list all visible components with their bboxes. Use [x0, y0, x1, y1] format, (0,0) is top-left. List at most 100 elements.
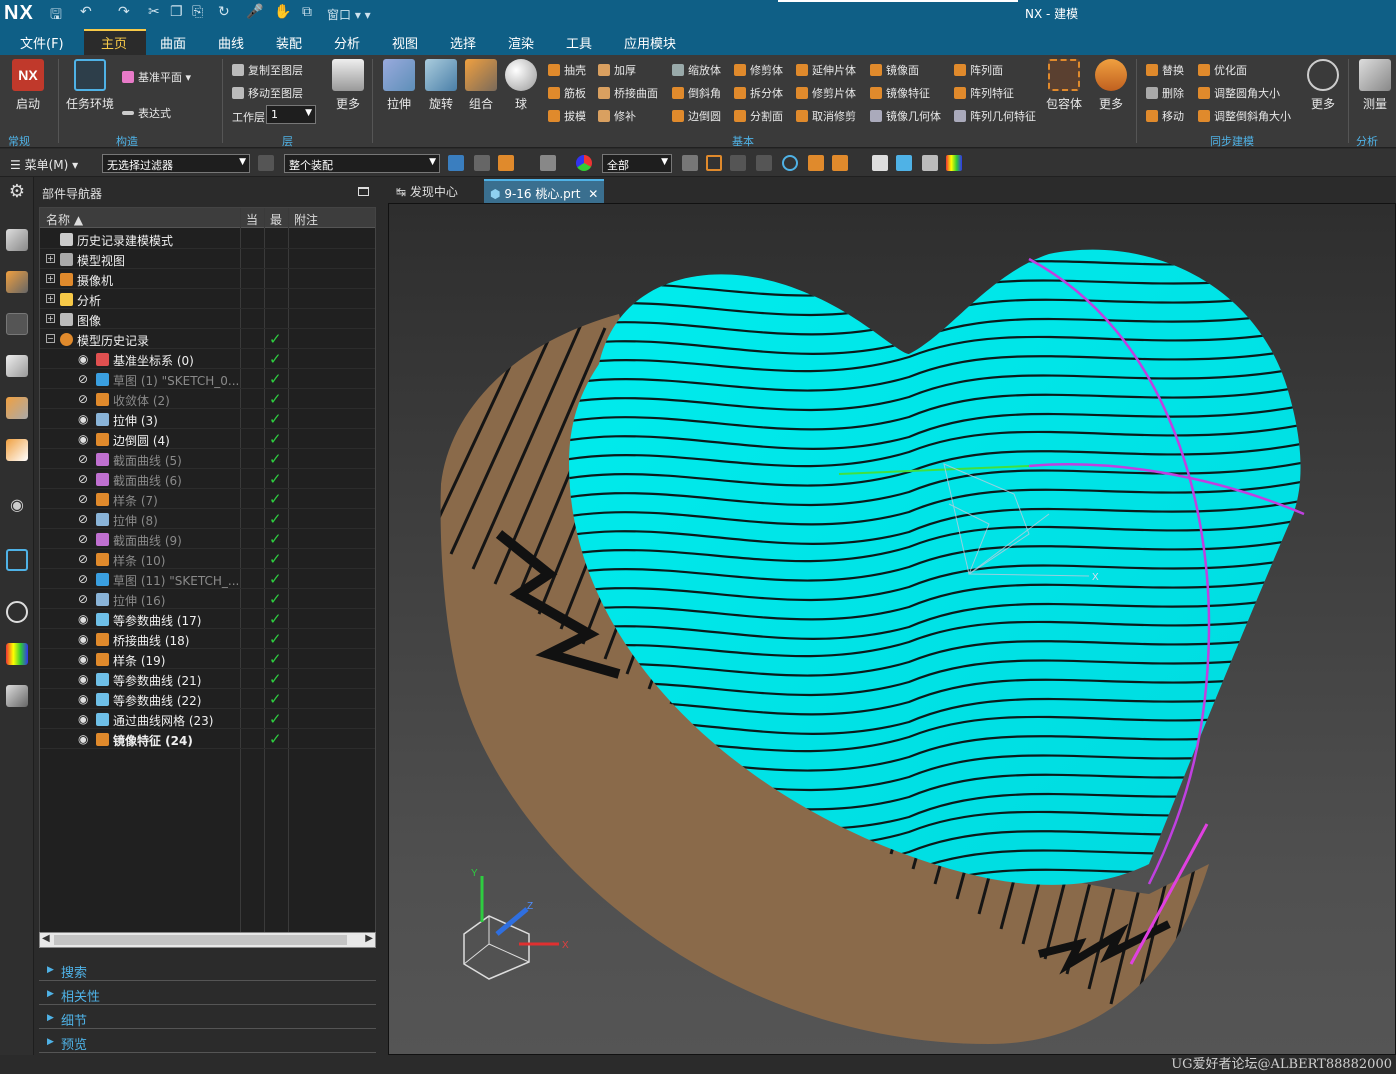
start-button[interactable]: NX 启动: [8, 59, 48, 112]
select-body-icon[interactable]: [498, 155, 514, 171]
mirror-face-button[interactable]: 镜像面: [870, 62, 919, 78]
column-latest[interactable]: 最: [270, 211, 282, 228]
menu-curve[interactable]: 曲线: [218, 33, 244, 52]
save-icon[interactable]: 🖫: [50, 4, 62, 28]
sphere-button[interactable]: 球: [504, 59, 538, 112]
web-browser-icon[interactable]: [6, 439, 28, 461]
tree-row[interactable]: + 图像: [40, 309, 375, 329]
visible-eye-icon[interactable]: ◉: [78, 412, 88, 426]
hidden-eye-icon[interactable]: ⊘: [78, 472, 88, 486]
bounding-body-button[interactable]: 包容体: [1044, 59, 1084, 112]
select-feature-icon[interactable]: [448, 155, 464, 171]
mirror-feature-button[interactable]: 镜像特征: [870, 85, 930, 101]
trim-body-button[interactable]: 修剪体: [734, 62, 783, 78]
tree-row[interactable]: ⊘ 截面曲线 (5) ✓: [40, 449, 375, 469]
undo-icon[interactable]: ↶: [80, 4, 92, 20]
patch-button[interactable]: 修补: [598, 108, 636, 124]
tree-row[interactable]: ⊘ 草图 (11) "SKETCH_... ✓: [40, 569, 375, 589]
extend-sheet-button[interactable]: 延伸片体: [796, 62, 856, 78]
maximize-icon[interactable]: [358, 187, 369, 196]
collapse-node-icon[interactable]: −: [46, 334, 55, 343]
tree-row[interactable]: ◉ 等参数曲线 (17) ✓: [40, 609, 375, 629]
clock-history-icon[interactable]: [6, 601, 28, 623]
unblend-button[interactable]: 取消修剪: [796, 108, 856, 124]
tree-row[interactable]: ⊘ 样条 (7) ✓: [40, 489, 375, 509]
tree-row[interactable]: ⊘ 收敛体 (2) ✓: [40, 389, 375, 409]
delete-face-button[interactable]: 删除: [1146, 85, 1184, 101]
snap-mid-icon[interactable]: [730, 155, 746, 171]
hidden-eye-icon[interactable]: ⊘: [78, 532, 88, 546]
work-layer-select[interactable]: 1 ▼: [266, 105, 316, 124]
redo-icon[interactable]: ↷: [118, 4, 130, 20]
scroll-thumb[interactable]: [54, 935, 347, 945]
revolve-button[interactable]: 旋转: [424, 59, 458, 112]
tree-row[interactable]: ◉ 镜像特征 (24) ✓: [40, 729, 375, 749]
rib-button[interactable]: 筋板: [548, 85, 586, 101]
tree-row[interactable]: + 分析: [40, 289, 375, 309]
mirror-geometry-button[interactable]: 镜像几何体: [870, 108, 941, 124]
visual-scenes-icon[interactable]: [6, 643, 28, 665]
tree-row[interactable]: ⊘ 拉伸 (16) ✓: [40, 589, 375, 609]
visible-eye-icon[interactable]: ◉: [78, 652, 88, 666]
expression-button[interactable]: 表达式: [122, 105, 171, 121]
hidden-eye-icon[interactable]: ⊘: [78, 592, 88, 606]
tree-row[interactable]: ◉ 等参数曲线 (22) ✓: [40, 689, 375, 709]
snap-options-icon[interactable]: [832, 155, 848, 171]
graphics-window[interactable]: X Y Z X: [388, 203, 1396, 1055]
microphone-icon[interactable]: 🎤: [246, 4, 263, 20]
more-basic-button[interactable]: 更多: [1094, 59, 1128, 112]
edge-blend-button[interactable]: 边倒圆: [672, 108, 721, 124]
select-component-icon[interactable]: [474, 155, 490, 171]
move-face-button[interactable]: 移动: [1146, 108, 1184, 124]
pattern-geometry-button[interactable]: 阵列几何特征: [954, 108, 1036, 124]
panel-details[interactable]: ▶ 细节: [39, 1007, 376, 1029]
menu-surface[interactable]: 曲面: [160, 33, 186, 52]
draft-button[interactable]: 拔模: [548, 108, 586, 124]
column-name[interactable]: 名称 ▲: [46, 211, 83, 228]
pattern-feature-button[interactable]: 阵列特征: [954, 85, 1014, 101]
visible-eye-icon[interactable]: ◉: [78, 432, 88, 446]
tree-row[interactable]: + 模型视图: [40, 249, 375, 269]
menu-home[interactable]: 主页: [101, 33, 127, 52]
thicken-button[interactable]: 加厚: [598, 62, 636, 78]
tree-row[interactable]: ⊘ 样条 (10) ✓: [40, 549, 375, 569]
more-sync-button[interactable]: 更多: [1306, 59, 1340, 112]
scroll-right-icon[interactable]: ▶: [365, 933, 373, 944]
expand-node-icon[interactable]: +: [46, 254, 55, 263]
hidden-eye-icon[interactable]: ⊘: [78, 552, 88, 566]
resize-blend-button[interactable]: 调整圆角大小: [1198, 85, 1280, 101]
navigator-hscroll[interactable]: ◀ ▶: [39, 932, 376, 948]
menu-select[interactable]: 选择: [450, 33, 476, 52]
snap-point-icon[interactable]: [682, 155, 698, 171]
close-tab-icon[interactable]: ✕: [588, 187, 598, 201]
hidden-eye-icon[interactable]: ⊘: [78, 392, 88, 406]
tree-row[interactable]: + 摄像机: [40, 269, 375, 289]
settings-gear-icon[interactable]: ⚙: [6, 181, 28, 203]
tree-row[interactable]: ◉ 基准坐标系 (0) ✓: [40, 349, 375, 369]
assembly-navigator-icon[interactable]: [6, 229, 28, 251]
switch-window-icon[interactable]: ⧉: [302, 4, 312, 20]
hidden-eye-icon[interactable]: ⊘: [78, 452, 88, 466]
history-palette-icon[interactable]: ◉: [6, 495, 28, 517]
move-to-layer-button[interactable]: 移动至图层: [232, 85, 303, 101]
role-tools-icon[interactable]: [6, 685, 28, 707]
part-navigator-icon[interactable]: [6, 271, 28, 293]
divide-face-button[interactable]: 分割面: [734, 108, 783, 124]
extrude-button[interactable]: 拉伸: [382, 59, 416, 112]
tree-row[interactable]: ⊘ 草图 (1) "SKETCH_0... ✓: [40, 369, 375, 389]
select-face-icon[interactable]: [540, 155, 556, 171]
copy-icon[interactable]: ❐: [170, 4, 183, 20]
reuse-library-icon[interactable]: [6, 355, 28, 377]
tree-row[interactable]: − 模型历史记录 ✓: [40, 329, 375, 349]
snap-end-icon[interactable]: [706, 155, 722, 171]
tree-row[interactable]: ⊘ 拉伸 (8) ✓: [40, 509, 375, 529]
system-material-icon[interactable]: [6, 549, 28, 571]
visible-eye-icon[interactable]: ◉: [78, 732, 88, 746]
resize-chamfer-button[interactable]: 调整倒斜角大小: [1198, 108, 1291, 124]
panel-preview[interactable]: ▶ 预览: [39, 1031, 376, 1053]
snap-center-icon[interactable]: [782, 155, 798, 171]
tree-row[interactable]: 历史记录建模模式: [40, 229, 375, 249]
tree-row[interactable]: ◉ 等参数曲线 (21) ✓: [40, 669, 375, 689]
task-env-button[interactable]: 任务环境: [66, 59, 114, 112]
menu-button[interactable]: ☰ 菜单(M) ▾: [10, 156, 78, 173]
